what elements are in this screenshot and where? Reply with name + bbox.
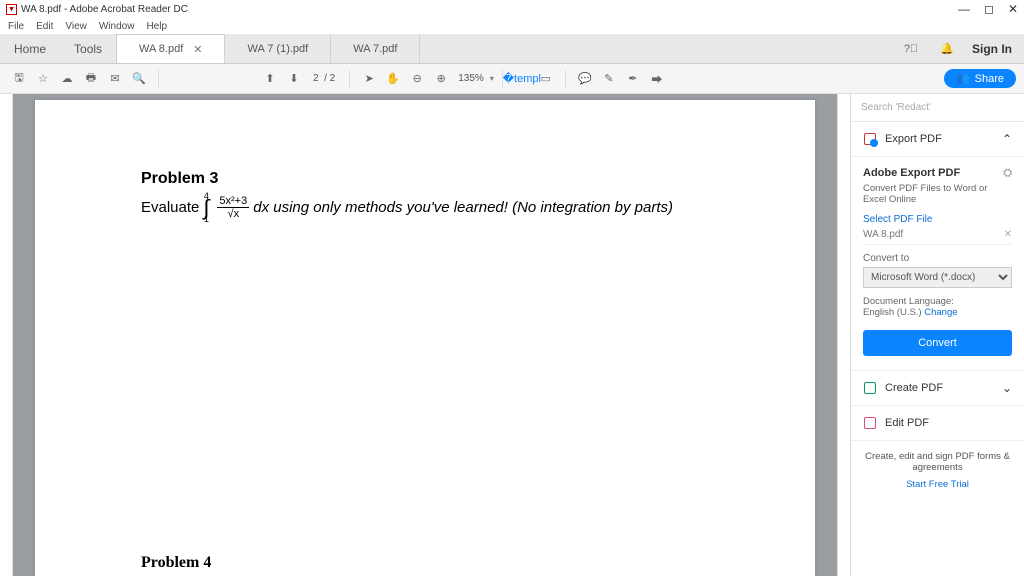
right-sidebar: Search 'Redact' Export PDF ⌃ Adobe Expor… xyxy=(850,94,1024,576)
window-title-bar: WA 8.pdf - Adobe Acrobat Reader DC — ◻ ✕ xyxy=(0,0,1024,18)
create-pdf-row[interactable]: Create PDF ⌄ xyxy=(851,371,1024,406)
close-button[interactable]: ✕ xyxy=(1008,2,1018,16)
page-down-icon[interactable]: ⬇ xyxy=(283,68,305,90)
sidebar-search[interactable]: Search 'Redact' xyxy=(851,94,1024,122)
integral-symbol: 4 ∫ 1 xyxy=(203,192,209,224)
share-button[interactable]: 👥 Share xyxy=(944,69,1016,88)
convert-button[interactable]: Convert xyxy=(863,330,1012,356)
zoom-out-icon[interactable]: ⊖ xyxy=(406,68,428,90)
tab-label: WA 7 (1).pdf xyxy=(247,43,308,55)
numerator: 5x²+3 xyxy=(217,196,249,208)
label: Create PDF xyxy=(885,382,943,394)
search-icon[interactable]: 🔍 xyxy=(128,68,150,90)
select-file-label: Select PDF File xyxy=(863,214,1012,225)
document-tab[interactable]: WA 7.pdf xyxy=(331,34,420,63)
remove-file-icon[interactable]: ✕ xyxy=(1004,229,1012,240)
settings-icon[interactable]: ⛭ xyxy=(1003,167,1012,180)
text: Evaluate xyxy=(141,199,199,216)
menu-window[interactable]: Window xyxy=(99,21,135,32)
help-icon[interactable]: ?⃝ xyxy=(900,38,922,60)
minimize-button[interactable]: — xyxy=(958,2,970,16)
problem-3-text: Evaluate 4 ∫ 1 5x²+3 √x dx using only me… xyxy=(141,192,765,224)
comment-icon[interactable]: 💬 xyxy=(574,68,596,90)
edit-pdf-icon xyxy=(863,416,877,430)
lower-limit: 1 xyxy=(204,215,209,223)
main-toolbar: 🖫 ☆ ☁ 🖶 ✉ 🔍 ⬆ ⬇ 2 / 2 ➤ ✋ ⊖ ⊕ 135%▾ �tem… xyxy=(0,64,1024,94)
start-trial-link[interactable]: Start Free Trial xyxy=(861,479,1014,490)
promo-text: Create, edit and sign PDF forms & agreem… xyxy=(865,451,1010,473)
edit-pdf-row[interactable]: Edit PDF xyxy=(851,406,1024,441)
read-mode-icon[interactable]: ▭ xyxy=(535,68,557,90)
star-icon[interactable]: ☆ xyxy=(32,68,54,90)
search-placeholder: Search 'Redact' xyxy=(861,102,931,113)
hand-icon[interactable]: ✋ xyxy=(382,68,404,90)
panel-title: Adobe Export PDF xyxy=(863,167,960,180)
denominator: √x xyxy=(228,208,240,220)
window-title: WA 8.pdf - Adobe Acrobat Reader DC xyxy=(21,4,188,15)
chevron-down-icon: ⌄ xyxy=(1002,381,1012,395)
separator xyxy=(349,70,350,88)
page-up-icon[interactable]: ⬆ xyxy=(259,68,281,90)
save-icon[interactable]: 🖫 xyxy=(8,68,30,90)
share-icon: 👥 xyxy=(956,72,970,85)
highlight-icon[interactable]: ✎ xyxy=(598,68,620,90)
document-tab-active[interactable]: WA 8.pdf ✕ xyxy=(116,34,225,63)
selected-file-row[interactable]: WA 8.pdf ✕ xyxy=(863,225,1012,245)
menu-bar: File Edit View Window Help xyxy=(0,18,1024,34)
menu-file[interactable]: File xyxy=(8,21,24,32)
export-pdf-header[interactable]: Export PDF ⌃ xyxy=(851,122,1024,157)
fit-width-icon[interactable]: �templ xyxy=(511,68,533,90)
separator xyxy=(565,70,566,88)
fraction: 5x²+3 √x xyxy=(217,196,249,220)
mail-icon[interactable]: ✉ xyxy=(104,68,126,90)
page-indicator[interactable]: 2 / 2 xyxy=(307,73,341,84)
convert-to-select[interactable]: Microsoft Word (*.docx) xyxy=(863,267,1012,288)
export-pdf-panel: Adobe Export PDF ⛭ Convert PDF Files to W… xyxy=(851,157,1024,371)
zoom-value[interactable]: 135% xyxy=(454,73,488,84)
document-viewport[interactable]: Problem 3 Evaluate 4 ∫ 1 5x²+3 √x dx usi… xyxy=(0,94,850,576)
promo-block: Create, edit and sign PDF forms & agreem… xyxy=(851,441,1024,500)
label: Export PDF xyxy=(885,133,942,145)
sign-icon[interactable]: ✒ xyxy=(622,68,644,90)
stamp-icon[interactable]: ⮕ xyxy=(646,68,668,90)
change-language-link[interactable]: Change xyxy=(924,307,957,318)
menu-edit[interactable]: Edit xyxy=(36,21,53,32)
document-language: Document Language: English (U.S.) Change xyxy=(863,296,1012,318)
export-pdf-icon xyxy=(863,132,877,146)
tab-strip: Home Tools WA 8.pdf ✕ WA 7 (1).pdf WA 7.… xyxy=(0,34,1024,64)
separator xyxy=(158,70,159,88)
document-tab[interactable]: WA 7 (1).pdf xyxy=(225,34,331,63)
sign-in-link[interactable]: Sign In xyxy=(972,42,1012,56)
tab-close-icon[interactable]: ✕ xyxy=(193,43,202,56)
text: dx using only methods you've learned! (N… xyxy=(253,199,673,216)
menu-help[interactable]: Help xyxy=(146,21,167,32)
maximize-button[interactable]: ◻ xyxy=(984,2,994,16)
panel-subtitle: Convert PDF Files to Word or Excel Onlin… xyxy=(863,183,1012,206)
chevron-up-icon: ⌃ xyxy=(1002,132,1012,146)
create-pdf-icon xyxy=(863,381,877,395)
problem-4-heading: Problem 4 xyxy=(141,554,211,572)
cloud-icon[interactable]: ☁ xyxy=(56,68,78,90)
print-icon[interactable]: 🖶 xyxy=(80,68,102,90)
home-tab[interactable]: Home xyxy=(0,34,60,63)
notification-icon[interactable]: 🔔 xyxy=(936,38,958,60)
pdf-page: Problem 3 Evaluate 4 ∫ 1 5x²+3 √x dx usi… xyxy=(35,100,815,576)
zoom-in-icon[interactable]: ⊕ xyxy=(430,68,452,90)
problem-3-heading: Problem 3 xyxy=(141,170,765,188)
menu-view[interactable]: View xyxy=(65,21,87,32)
tools-tab[interactable]: Tools xyxy=(60,34,116,63)
tab-label: WA 7.pdf xyxy=(353,43,397,55)
label: Edit PDF xyxy=(885,417,929,429)
share-label: Share xyxy=(975,73,1004,85)
app-logo-icon xyxy=(6,4,17,15)
pointer-icon[interactable]: ➤ xyxy=(358,68,380,90)
convert-to-label: Convert to xyxy=(863,253,1012,264)
file-name: WA 8.pdf xyxy=(863,229,903,240)
tab-label: WA 8.pdf xyxy=(139,43,183,55)
